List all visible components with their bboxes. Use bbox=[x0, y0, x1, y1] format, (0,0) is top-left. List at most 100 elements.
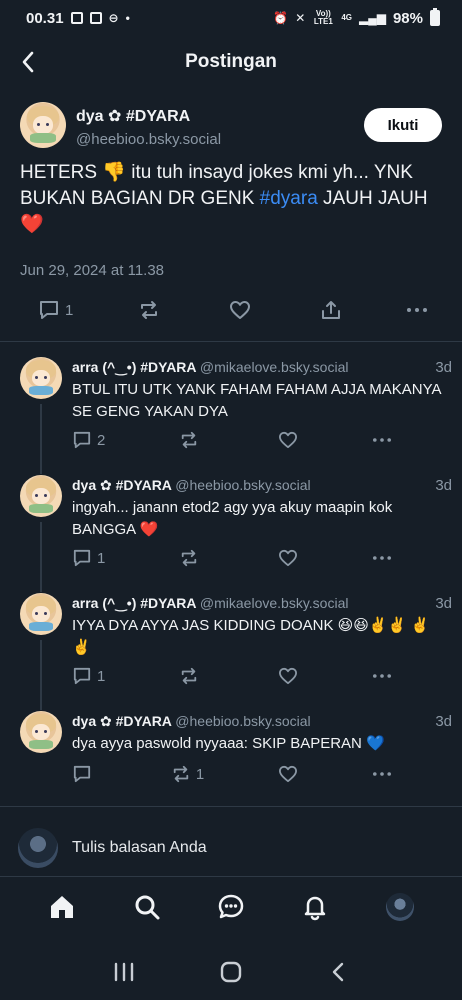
nav-home[interactable] bbox=[40, 885, 84, 929]
recents-icon bbox=[114, 962, 133, 982]
reply-text: BTUL ITU UTK YANK FAHAM FAHAM AJJA MAKAN… bbox=[72, 381, 441, 420]
gallery-notification-icon bbox=[70, 12, 83, 24]
reply-actions: 1 bbox=[72, 765, 392, 783]
reply-button[interactable]: 2 bbox=[72, 431, 105, 449]
reply-author-name: dya ✿ #DYARA bbox=[72, 477, 172, 493]
shop-notification-icon bbox=[89, 12, 102, 24]
reply-icon bbox=[73, 667, 91, 685]
reply-avatar[interactable] bbox=[20, 711, 62, 753]
signal-icon: ▂▄▆ bbox=[359, 11, 386, 25]
search-icon bbox=[135, 895, 160, 920]
reply-time: 3d bbox=[435, 713, 452, 730]
more-options-button[interactable] bbox=[372, 667, 392, 685]
heart-icon bbox=[229, 301, 250, 319]
reply-text: IYYA DYA AYYA JAS KIDDING DOANK 😆😆✌️✌️ ✌… bbox=[72, 617, 430, 656]
like-button[interactable] bbox=[278, 765, 298, 783]
more-options-button[interactable] bbox=[372, 765, 392, 783]
home-icon bbox=[51, 896, 74, 918]
chat-icon bbox=[218, 894, 244, 919]
reply-actions: 1 bbox=[72, 667, 392, 685]
battery-icon bbox=[430, 8, 440, 26]
nav-divider bbox=[0, 876, 462, 877]
more-options-button[interactable] bbox=[406, 300, 428, 320]
more-options-button[interactable] bbox=[372, 549, 392, 567]
reply-text: ingyah... janann etod2 agy yya akuy maap… bbox=[72, 499, 393, 538]
nav-profile[interactable] bbox=[378, 885, 422, 929]
reply-item[interactable]: dya ✿ #DYARA @heebioo.bsky.social 3d dya… bbox=[0, 709, 462, 799]
more-icon bbox=[372, 772, 391, 776]
app-header: Postingan bbox=[0, 40, 462, 84]
back-system-button[interactable] bbox=[318, 952, 358, 992]
system-nav-bar bbox=[0, 944, 462, 1000]
back-button[interactable] bbox=[14, 48, 42, 76]
reply-count: 1 bbox=[97, 667, 106, 685]
reply-button[interactable]: 1 bbox=[72, 667, 105, 685]
heart-icon bbox=[279, 549, 298, 567]
reply-button[interactable]: 1 bbox=[72, 549, 105, 567]
repost-icon bbox=[182, 431, 197, 449]
mute-icon: ✕ bbox=[295, 11, 306, 25]
reply-avatar[interactable] bbox=[20, 475, 62, 517]
network-label: Vo)) LTE1 bbox=[313, 9, 333, 26]
repost-button[interactable] bbox=[179, 549, 204, 567]
repost-button[interactable]: 1 bbox=[171, 765, 204, 783]
user-avatar bbox=[18, 828, 58, 868]
recents-button[interactable] bbox=[104, 952, 144, 992]
home-system-button[interactable] bbox=[211, 952, 251, 992]
reply-item[interactable]: arra (^‿•) #DYARA @mikaelove.bsky.social… bbox=[0, 355, 462, 473]
reply-author-handle: @mikaelove.bsky.social bbox=[199, 595, 349, 611]
more-icon bbox=[372, 438, 391, 442]
reply-count: 2 bbox=[97, 431, 106, 449]
repost-button[interactable] bbox=[179, 667, 204, 685]
main-post-author[interactable]: dya ✿ #DYARA @heebioo.bsky.social bbox=[76, 106, 221, 148]
reply-author-handle: @mikaelove.bsky.social bbox=[199, 359, 349, 375]
more-options-button[interactable] bbox=[372, 431, 392, 449]
nav-notifications[interactable] bbox=[293, 885, 337, 929]
post-hashtag-link[interactable]: #dyara bbox=[260, 188, 318, 209]
reply-actions: 1 bbox=[72, 549, 392, 567]
nav-search[interactable] bbox=[125, 885, 169, 929]
reply-author: dya ✿ #DYARA @heebioo.bsky.social bbox=[72, 713, 311, 730]
reply-author-name: dya ✿ #DYARA bbox=[72, 713, 172, 729]
back-chevron-icon bbox=[333, 962, 344, 982]
reply-author: arra (^‿•) #DYARA @mikaelove.bsky.social bbox=[72, 595, 348, 612]
author-name: dya ✿ #DYARA bbox=[76, 108, 191, 125]
reply-item[interactable]: dya ✿ #DYARA @heebioo.bsky.social 3d ing… bbox=[0, 473, 462, 591]
share-button[interactable] bbox=[320, 300, 342, 320]
alarm-icon: ⏰ bbox=[273, 11, 289, 25]
main-post-avatar[interactable] bbox=[20, 102, 66, 148]
reply-button[interactable] bbox=[72, 765, 97, 783]
post-divider bbox=[0, 341, 462, 342]
like-button[interactable] bbox=[229, 300, 256, 320]
reply-item[interactable]: arra (^‿•) #DYARA @mikaelove.bsky.social… bbox=[0, 591, 462, 709]
like-button[interactable] bbox=[278, 431, 298, 449]
follow-button[interactable]: Ikuti bbox=[364, 108, 442, 142]
like-button[interactable] bbox=[278, 549, 298, 567]
dnd-icon: ⊖ bbox=[108, 11, 119, 25]
reply-avatar[interactable] bbox=[20, 357, 62, 399]
reply-avatar[interactable] bbox=[20, 593, 62, 635]
repost-icon bbox=[173, 765, 189, 783]
reply-compose-bar[interactable]: Tulis balasan Anda bbox=[0, 822, 462, 874]
reply-button[interactable]: 1 bbox=[38, 300, 73, 320]
status-left: 00.31 ⊖ • bbox=[26, 10, 130, 27]
repost-button[interactable] bbox=[179, 431, 204, 449]
reply-actions: 2 bbox=[72, 431, 392, 449]
repost-icon bbox=[182, 667, 197, 685]
compose-placeholder: Tulis balasan Anda bbox=[72, 839, 207, 856]
reply-author-handle: @heebioo.bsky.social bbox=[175, 477, 311, 493]
main-post-actions: 1 bbox=[38, 300, 428, 320]
reply-count: 1 bbox=[97, 549, 106, 567]
profile-avatar bbox=[385, 893, 414, 921]
battery-percent: 98% bbox=[392, 9, 423, 27]
heart-icon bbox=[279, 431, 298, 449]
thread-end-divider bbox=[0, 806, 462, 807]
home-square-icon bbox=[220, 961, 242, 983]
reply-icon bbox=[73, 765, 91, 783]
repost-icon bbox=[182, 549, 197, 567]
nav-chat[interactable] bbox=[209, 885, 253, 929]
bottom-nav bbox=[0, 878, 462, 936]
reply-icon bbox=[73, 431, 91, 449]
repost-button[interactable] bbox=[138, 300, 165, 320]
like-button[interactable] bbox=[278, 667, 298, 685]
